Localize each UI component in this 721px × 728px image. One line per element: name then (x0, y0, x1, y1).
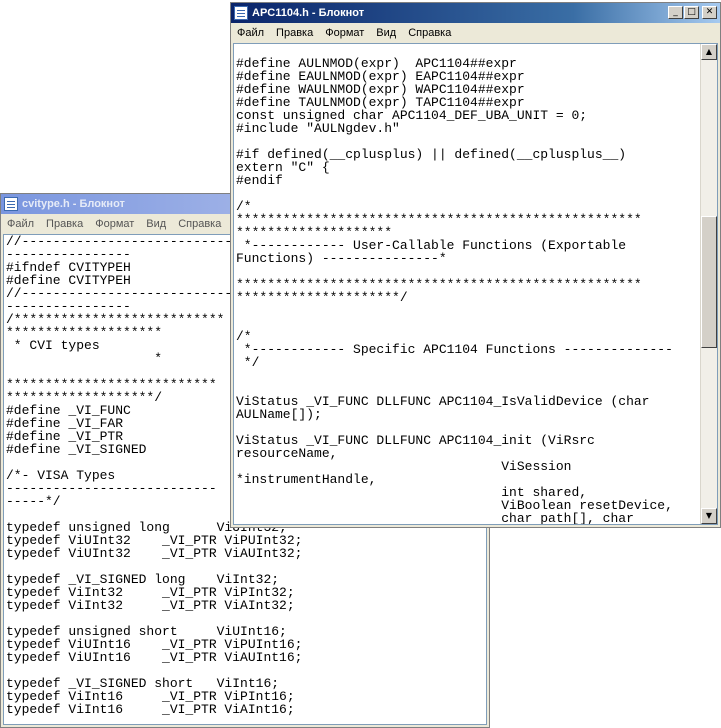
scroll-up-button[interactable]: ▲ (701, 44, 717, 60)
menu-edit[interactable]: Правка (40, 218, 89, 230)
menu-file[interactable]: Файл (231, 27, 270, 39)
menu-format[interactable]: Формат (319, 27, 370, 39)
menu-file[interactable]: Файл (1, 218, 40, 230)
maximize-button[interactable]: □ (684, 6, 699, 19)
scroll-down-button[interactable]: ▼ (701, 508, 717, 524)
minimize-icon: _ (673, 7, 678, 17)
vertical-scrollbar[interactable]: ▲ ▼ (700, 44, 717, 524)
text-editor[interactable]: #define AULNMOD(expr) APC1104##expr #def… (233, 43, 718, 525)
window-title: cvitype.h - Блокнот (22, 198, 125, 210)
menu-help[interactable]: Справка (172, 218, 227, 230)
notepad-icon (234, 6, 248, 20)
scroll-down-icon: ▼ (705, 511, 713, 520)
caption-buttons: _ □ ✕ (668, 6, 717, 19)
menu-edit[interactable]: Правка (270, 27, 319, 39)
menu-format[interactable]: Формат (89, 218, 140, 230)
window-apc1104[interactable]: APC1104.h - Блокнот _ □ ✕ Файл Правка Фо… (230, 2, 721, 528)
menu-view[interactable]: Вид (140, 218, 172, 230)
scroll-up-icon: ▲ (705, 47, 713, 56)
notepad-icon (4, 197, 18, 211)
maximize-icon: □ (687, 7, 696, 17)
editor-content[interactable]: #define AULNMOD(expr) APC1104##expr #def… (236, 44, 673, 524)
title-bar[interactable]: APC1104.h - Блокнот _ □ ✕ (231, 3, 720, 23)
close-icon: ✕ (705, 7, 714, 17)
menu-help[interactable]: Справка (402, 27, 457, 39)
scrollbar-thumb[interactable] (701, 216, 717, 348)
close-button[interactable]: ✕ (702, 6, 717, 19)
menu-view[interactable]: Вид (370, 27, 402, 39)
minimize-button[interactable]: _ (668, 6, 683, 19)
window-title: APC1104.h - Блокнот (252, 7, 365, 19)
menu-bar: Файл Правка Формат Вид Справка (231, 23, 720, 43)
